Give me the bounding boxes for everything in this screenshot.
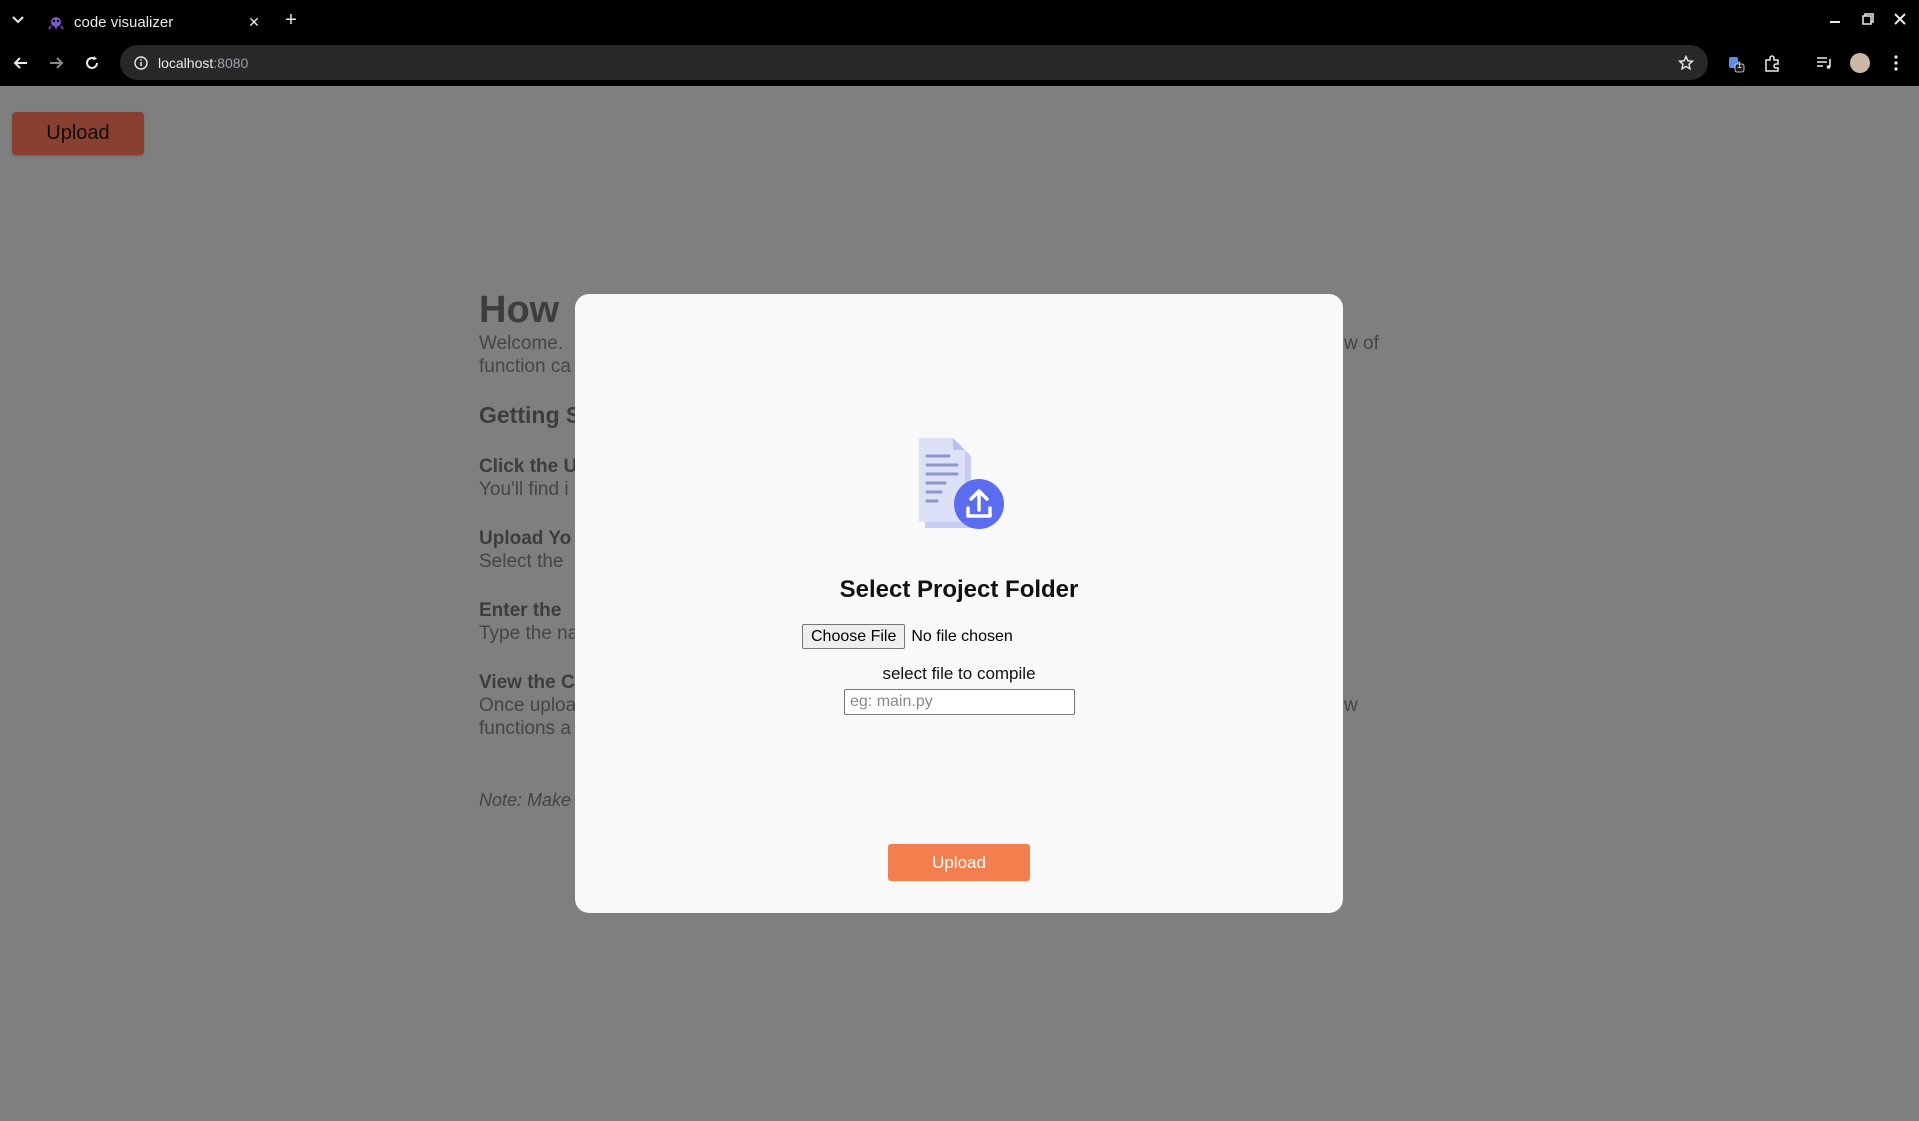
close-tab-icon[interactable]: ✕ [244,12,264,32]
modal-title: Select Project Folder [839,576,1079,603]
browser-menu-icon[interactable] [1884,51,1908,75]
app-favicon-icon [48,14,64,30]
restore-icon[interactable] [1857,8,1879,30]
media-controls-icon[interactable] [1812,51,1836,75]
bookmark-star-icon[interactable] [1676,53,1696,73]
back-icon[interactable] [9,51,33,75]
modal-upload-button[interactable]: Upload [888,844,1030,881]
new-tab-icon[interactable]: + [280,9,302,31]
compile-file-label: select file to compile [882,664,1036,683]
file-status-text: No file chosen [911,627,1013,645]
profile-avatar[interactable] [1848,51,1872,75]
minimize-icon[interactable] [1824,8,1846,30]
choose-file-button[interactable]: Choose File [802,624,906,649]
browser-toolbar: localhost:8080 1 [0,40,1919,86]
intro-line2: function ca [479,355,571,377]
step-4-line1-end: w [1344,694,1358,716]
tab-code-visualizer[interactable]: code visualizer ✕ [36,4,272,40]
extension-badge-count: 1 [1737,60,1743,70]
tab-search-icon[interactable] [8,10,28,30]
address-bar[interactable]: localhost:8080 [120,45,1708,80]
compile-file-input[interactable] [844,689,1075,715]
file-input[interactable]: Choose File No file chosen [802,624,1013,649]
upload-modal: Select Project Folder Choose File No fil… [575,294,1343,913]
avatar-icon [1850,53,1870,73]
close-window-icon[interactable] [1889,8,1911,30]
tab-strip: code visualizer ✕ + [0,0,1919,40]
extensions-puzzle-icon[interactable] [1760,51,1784,75]
reload-icon[interactable] [80,51,104,75]
step-4-line1: Once uploa [479,694,577,716]
tab-title: code visualizer [74,13,174,31]
site-info-icon[interactable] [132,54,150,72]
forward-icon[interactable] [44,51,68,75]
extension-badge-icon[interactable]: 1 [1724,51,1748,75]
file-upload-icon [911,434,1011,534]
url-host: localhost [158,54,214,71]
intro-line1-end: w of [1344,332,1379,354]
url-port: :8080 [213,54,249,71]
intro-line1: Welcome. [479,332,564,354]
page-upload-button[interactable]: Upload [12,112,144,155]
step-4-line2: functions a [479,717,571,739]
